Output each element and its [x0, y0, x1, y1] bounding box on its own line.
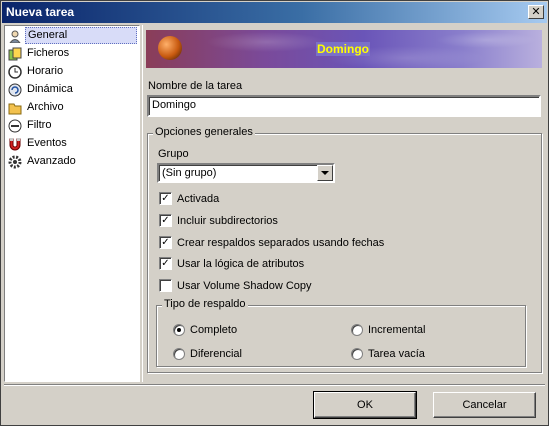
checkbox-respaldos-separados[interactable]: ✓ Crear respaldos separados usando fecha… — [159, 236, 384, 249]
sidebar-item-avanzado[interactable]: Avanzado — [7, 153, 137, 170]
radio-label: Completo — [190, 324, 238, 336]
sidebar-item-eventos[interactable]: Eventos — [7, 135, 137, 152]
sidebar-item-ficheros[interactable]: Ficheros — [7, 45, 137, 62]
checkbox-label: Usar Volume Shadow Copy — [177, 279, 312, 292]
banner-title: Domingo — [316, 42, 370, 56]
window-title: Nueva tarea — [6, 5, 75, 19]
checkbox-box[interactable]: ✓ — [159, 214, 172, 227]
task-name-field[interactable]: Domingo — [147, 95, 541, 117]
close-button[interactable]: ✕ — [528, 5, 544, 19]
group-select[interactable]: (Sin grupo) — [157, 163, 335, 183]
header-banner: Domingo — [146, 30, 542, 68]
checkbox-label: Incluir subdirectorios — [177, 214, 278, 227]
radio-button[interactable] — [351, 348, 363, 360]
checkbox-box[interactable]: ✓ — [159, 257, 172, 270]
task-name-label: Nombre de la tarea — [148, 80, 243, 92]
sidebar-item-label: Archivo — [27, 101, 64, 113]
backup-type-group: Tipo de respaldo Completo Incremental Di… — [156, 298, 526, 367]
radio-button[interactable] — [173, 348, 185, 360]
group-select-value: (Sin grupo) — [162, 167, 217, 179]
radio-button[interactable] — [351, 324, 363, 336]
sidebar-item-dinamica[interactable]: Dinámica — [7, 81, 137, 98]
sidebar-item-label: General — [25, 27, 137, 44]
sidebar-item-general[interactable]: General — [7, 27, 137, 44]
radio-completo[interactable]: Completo — [173, 324, 237, 336]
radio-label: Diferencial — [190, 348, 242, 360]
sidebar-item-label: Avanzado — [27, 155, 76, 167]
filter-icon — [7, 118, 22, 133]
general-options-group: Opciones generales Grupo (Sin grupo) ✓ A… — [147, 126, 542, 373]
sidebar-item-label: Eventos — [27, 137, 67, 149]
refresh-icon — [7, 82, 22, 97]
files-icon — [7, 46, 22, 61]
chevron-down-icon[interactable] — [317, 165, 333, 181]
radio-diferencial[interactable]: Diferencial — [173, 348, 242, 360]
close-icon: ✕ — [531, 6, 541, 18]
checkbox-box[interactable] — [159, 279, 172, 292]
main-panel: Domingo Nombre de la tarea Domingo Opcio… — [142, 25, 545, 382]
checkbox-label: Crear respaldos separados usando fechas — [177, 236, 385, 249]
sidebar-item-label: Horario — [27, 65, 64, 77]
radio-incremental[interactable]: Incremental — [351, 324, 425, 336]
sidebar-item-archivo[interactable]: Archivo — [7, 99, 137, 116]
group-label: Grupo — [158, 148, 189, 160]
radio-label: Incremental — [368, 324, 426, 336]
gear-icon — [7, 154, 22, 169]
person-icon — [7, 28, 22, 43]
checkbox-label: Usar la lógica de atributos — [177, 257, 305, 270]
checkbox-label: Activada — [177, 192, 220, 205]
cancel-button[interactable]: Cancelar — [433, 392, 536, 418]
checkbox-logica-atributos[interactable]: ✓ Usar la lógica de atributos — [159, 257, 304, 270]
radio-label: Tarea vacía — [368, 348, 425, 360]
clock-icon — [7, 64, 22, 79]
radio-tarea-vacia[interactable]: Tarea vacía — [351, 348, 425, 360]
dialog-window: Nueva tarea ✕ General Ficheros Horario D… — [0, 0, 549, 426]
title-bar[interactable]: Nueva tarea ✕ — [2, 2, 547, 23]
checkbox-activada[interactable]: ✓ Activada — [159, 192, 219, 205]
backup-type-legend: Tipo de respaldo — [162, 298, 248, 310]
general-options-legend: Opciones generales — [153, 126, 255, 138]
ok-button[interactable]: OK — [313, 391, 417, 419]
sidebar-item-filtro[interactable]: Filtro — [7, 117, 137, 134]
sidebar-item-label: Filtro — [27, 119, 52, 131]
folder-icon — [7, 100, 22, 115]
sidebar-item-horario[interactable]: Horario — [7, 63, 137, 80]
planet-icon — [158, 36, 182, 60]
sidebar-item-label: Ficheros — [27, 47, 70, 59]
footer-divider — [4, 384, 545, 386]
sidebar: General Ficheros Horario Dinámica Archiv… — [4, 25, 140, 382]
checkbox-volume-shadow-copy[interactable]: Usar Volume Shadow Copy — [159, 279, 312, 292]
sidebar-item-label: Dinámica — [27, 83, 73, 95]
radio-button[interactable] — [173, 324, 185, 336]
checkbox-box[interactable]: ✓ — [159, 236, 172, 249]
checkbox-incluir-subdirectorios[interactable]: ✓ Incluir subdirectorios — [159, 214, 278, 227]
magnet-icon — [7, 136, 22, 151]
checkbox-box[interactable]: ✓ — [159, 192, 172, 205]
task-name-value: Domingo — [152, 99, 197, 111]
